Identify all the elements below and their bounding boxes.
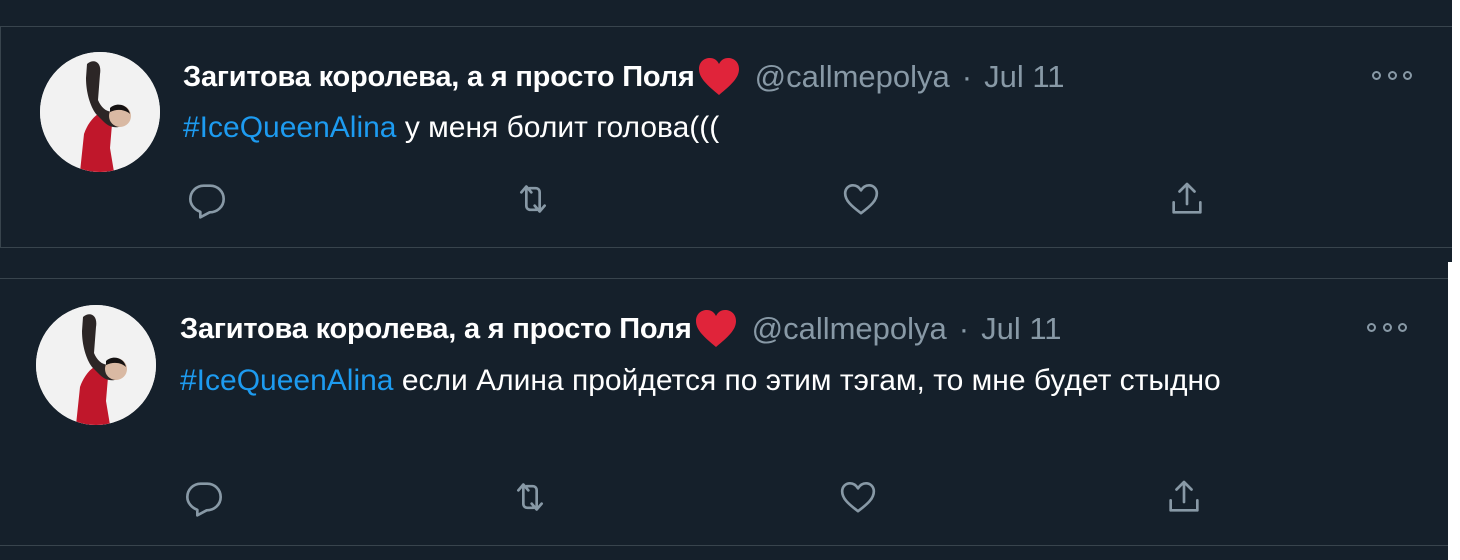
- tweet-date[interactable]: Jul 11: [984, 59, 1064, 95]
- more-options-icon[interactable]: [1372, 67, 1412, 83]
- hashtag-link[interactable]: #IceQueenAlina: [183, 111, 397, 144]
- avatar[interactable]: [36, 305, 156, 425]
- reply-icon[interactable]: [182, 475, 226, 519]
- timeline-gap-lower: [0, 262, 1448, 278]
- timeline-gap: [0, 246, 1452, 262]
- tweet-text: #IceQueenAlina если Алина пройдется по э…: [180, 357, 1360, 405]
- author-handle[interactable]: @callmepolya: [755, 59, 950, 95]
- tweet-body: если Алина пройдется по этим тэгам, то м…: [393, 364, 1221, 397]
- like-icon[interactable]: [836, 475, 880, 519]
- author-handle[interactable]: @callmepolya: [752, 311, 947, 347]
- separator-dot: ·: [958, 311, 970, 346]
- red-heart-icon: [697, 57, 741, 97]
- tweet[interactable]: Загитова королева, а я просто Поля @call…: [0, 278, 1448, 546]
- reply-icon[interactable]: [185, 177, 229, 221]
- tweet-actions: [185, 177, 1245, 221]
- timeline-top-edge: [0, 0, 1452, 26]
- timeline: Загитова королева, а я просто Поля @call…: [0, 0, 1460, 560]
- separator-dot: ·: [961, 59, 973, 94]
- share-icon[interactable]: [1162, 475, 1206, 519]
- retweet-icon[interactable]: [511, 177, 555, 221]
- red-heart-icon: [694, 309, 738, 349]
- avatar[interactable]: [40, 52, 160, 172]
- tweet[interactable]: Загитова королева, а я просто Поля @call…: [0, 26, 1452, 248]
- author-name[interactable]: Загитова королева, а я просто Поля: [180, 313, 692, 346]
- like-icon[interactable]: [839, 177, 883, 221]
- tweet-text: #IceQueenAlina у меня болит голова(((: [183, 104, 1363, 152]
- retweet-icon[interactable]: [508, 475, 552, 519]
- more-options-icon[interactable]: [1367, 319, 1407, 335]
- tweet-date[interactable]: Jul 11: [981, 311, 1061, 347]
- author-name[interactable]: Загитова королева, а я просто Поля: [183, 61, 695, 94]
- tweet-body: у меня болит голова(((: [396, 111, 720, 144]
- hashtag-link[interactable]: #IceQueenAlina: [180, 364, 394, 397]
- tweet-actions: [182, 475, 1242, 519]
- tweet-header: Загитова королева, а я просто Поля @call…: [183, 53, 1065, 101]
- share-icon[interactable]: [1165, 177, 1209, 221]
- tweet-header: Загитова королева, а я просто Поля @call…: [180, 305, 1062, 353]
- timeline-bottom-edge: [0, 546, 1448, 560]
